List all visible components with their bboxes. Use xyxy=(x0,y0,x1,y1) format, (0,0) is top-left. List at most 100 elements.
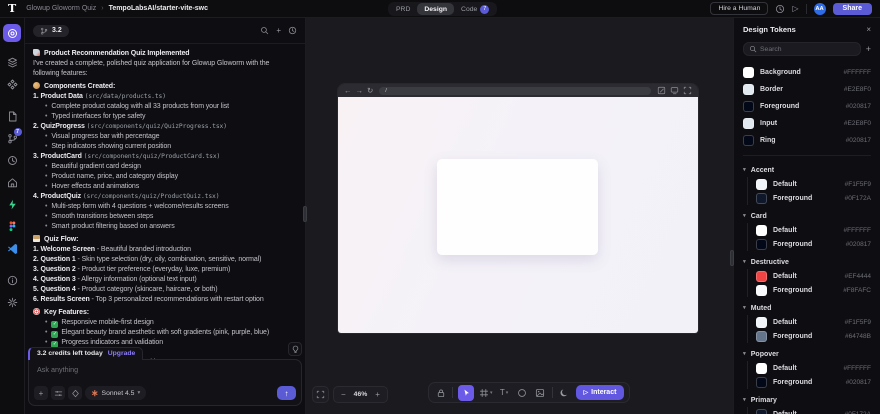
token-group-header[interactable]: ▾Destructive xyxy=(743,255,871,269)
new-chat-icon[interactable]: + xyxy=(276,26,281,35)
token-row[interactable]: Default#FFFFFF xyxy=(756,223,871,237)
refresh-icon[interactable]: ↻ xyxy=(367,87,373,95)
back-icon[interactable]: ← xyxy=(344,87,352,95)
credits-tab: 3.2 credits left today Upgrade xyxy=(28,347,143,360)
tempo-logo-icon[interactable]: T xyxy=(8,2,16,15)
close-icon[interactable]: × xyxy=(866,25,871,34)
upgrade-link[interactable]: Upgrade xyxy=(108,350,136,357)
token-row[interactable]: Ring#020817 xyxy=(743,132,871,149)
gem-icon[interactable] xyxy=(68,386,82,400)
token-row[interactable]: Input#E2E8F0 xyxy=(743,115,871,132)
interact-button[interactable]: ▷ Interact xyxy=(576,385,625,400)
token-search[interactable] xyxy=(743,42,861,56)
token-row[interactable]: Foreground#F8FAFC xyxy=(756,283,871,297)
color-swatch xyxy=(756,285,767,296)
preview-viewport[interactable] xyxy=(338,97,698,333)
quiz-flow-item: 5. Question 4 - Product category (skinca… xyxy=(33,285,297,295)
add-token-icon[interactable]: + xyxy=(866,44,871,54)
chat-resize-handle[interactable] xyxy=(303,206,307,222)
token-row[interactable]: Border#E2E8F0 xyxy=(743,81,871,98)
fit-view-icon[interactable] xyxy=(312,386,329,403)
select-tool[interactable] xyxy=(458,385,474,401)
feature-item: •✓Responsive mobile-first design xyxy=(33,318,297,328)
model-selector[interactable]: ∗ Sonnet 4.5 ▾ xyxy=(85,386,146,400)
avatar[interactable]: AA xyxy=(814,3,826,15)
layers-icon[interactable] xyxy=(0,51,25,73)
supabase-icon[interactable] xyxy=(0,193,25,215)
feature-item: •✓Elegant beauty brand aesthetic with so… xyxy=(33,328,297,338)
gear-icon[interactable] xyxy=(0,291,25,313)
tab-design[interactable]: Design xyxy=(417,3,454,15)
token-row[interactable]: Default#EF4444 xyxy=(756,269,871,283)
frame-tool[interactable]: ▾ xyxy=(479,388,493,398)
hire-a-human-button[interactable]: Hire a Human xyxy=(710,2,768,15)
vscode-icon[interactable] xyxy=(0,237,25,259)
url-bar[interactable]: / xyxy=(379,87,651,95)
send-button[interactable]: ↑ xyxy=(277,386,296,400)
lightbulb-icon[interactable] xyxy=(288,342,302,356)
breadcrumb-project[interactable]: Glowup Gloworm Quiz xyxy=(26,5,96,12)
token-group-header[interactable]: ▾Card xyxy=(743,209,871,223)
components-icon[interactable] xyxy=(0,73,25,95)
expand-icon[interactable] xyxy=(683,86,692,95)
token-group-header[interactable]: ▾Popover xyxy=(743,347,871,361)
device-icon[interactable] xyxy=(670,86,679,95)
chevron-down-icon: ▾ xyxy=(743,213,746,219)
token-group-header[interactable]: ▾Primary xyxy=(743,393,871,407)
attach-plus-icon[interactable]: + xyxy=(34,386,48,400)
breadcrumb: Glowup Gloworm Quiz › TempoLabsAI/starte… xyxy=(26,5,208,12)
token-row[interactable]: Default#F1F5F9 xyxy=(756,315,871,329)
image-tool[interactable] xyxy=(534,388,547,398)
history-icon[interactable] xyxy=(775,4,785,14)
home-icon[interactable] xyxy=(0,171,25,193)
token-row[interactable]: Default#FFFFFF xyxy=(756,361,871,375)
edit-code-icon[interactable] xyxy=(657,86,666,95)
token-row[interactable]: Default#0F172A xyxy=(756,407,871,414)
shape-tool[interactable] xyxy=(516,388,529,398)
breadcrumb-repo[interactable]: TempoLabsAI/starter-vite-swc xyxy=(109,5,208,12)
sliders-icon[interactable] xyxy=(51,386,65,400)
git-branch-icon[interactable]: 7 xyxy=(0,127,25,149)
token-group-header[interactable]: ▾Accent xyxy=(743,163,871,177)
component-bullet: •Product name, price, and category displ… xyxy=(33,172,297,182)
component-bullet: •Step indicators showing current positio… xyxy=(33,142,297,152)
tab-code[interactable]: Code 7 xyxy=(454,3,496,15)
token-row[interactable]: Foreground#0F172A xyxy=(756,191,871,205)
tab-prd[interactable]: PRD xyxy=(389,3,417,15)
token-row[interactable]: Foreground#64748B xyxy=(756,329,871,343)
dark-mode-icon[interactable] xyxy=(558,388,571,398)
zoom-in-button[interactable]: + xyxy=(375,390,380,399)
version-pill[interactable]: 3.2 xyxy=(33,25,69,37)
token-value: #0F172A xyxy=(845,195,871,202)
text-tool[interactable]: T▾ xyxy=(498,388,511,397)
chevron-down-icon: ▾ xyxy=(743,167,746,173)
token-row[interactable]: Foreground#020817 xyxy=(743,98,871,115)
chat-history-icon[interactable] xyxy=(288,26,297,35)
token-row[interactable]: Foreground#020817 xyxy=(756,237,871,251)
token-row[interactable]: Background#FFFFFF xyxy=(743,64,871,81)
color-swatch xyxy=(756,179,767,190)
file-icon[interactable] xyxy=(0,105,25,127)
lock-icon[interactable] xyxy=(434,388,447,398)
forward-icon[interactable]: → xyxy=(356,87,364,95)
play-icon[interactable]: ▷ xyxy=(792,5,798,13)
search-icon[interactable] xyxy=(260,26,269,35)
token-row[interactable]: Default#F1F5F9 xyxy=(756,177,871,191)
component-bullet: •Smooth transitions between steps xyxy=(33,212,297,222)
zoom-controls: − 46% + xyxy=(333,386,388,403)
token-group-header[interactable]: ▾Muted xyxy=(743,301,871,315)
info-icon[interactable] xyxy=(0,269,25,291)
clock-icon[interactable] xyxy=(0,149,25,171)
prompt-input[interactable] xyxy=(37,365,293,374)
zoom-out-button[interactable]: − xyxy=(341,390,346,399)
share-button[interactable]: Share xyxy=(833,3,872,15)
token-row[interactable]: Foreground#020817 xyxy=(756,375,871,389)
tokens-resize-handle[interactable] xyxy=(730,250,734,266)
token-value: #F1F5F9 xyxy=(845,181,871,188)
tempo-app-icon[interactable] xyxy=(3,24,21,42)
chat-input-area: 3.2 credits left today Upgrade + ∗ Sonne… xyxy=(28,342,302,406)
design-canvas[interactable]: ← → ↻ / − 46% + ▾ T xyxy=(306,18,733,414)
figma-icon[interactable] xyxy=(0,215,25,237)
token-search-input[interactable] xyxy=(760,46,855,53)
prompt-input-box[interactable]: + ∗ Sonnet 4.5 ▾ ↑ xyxy=(28,359,302,406)
